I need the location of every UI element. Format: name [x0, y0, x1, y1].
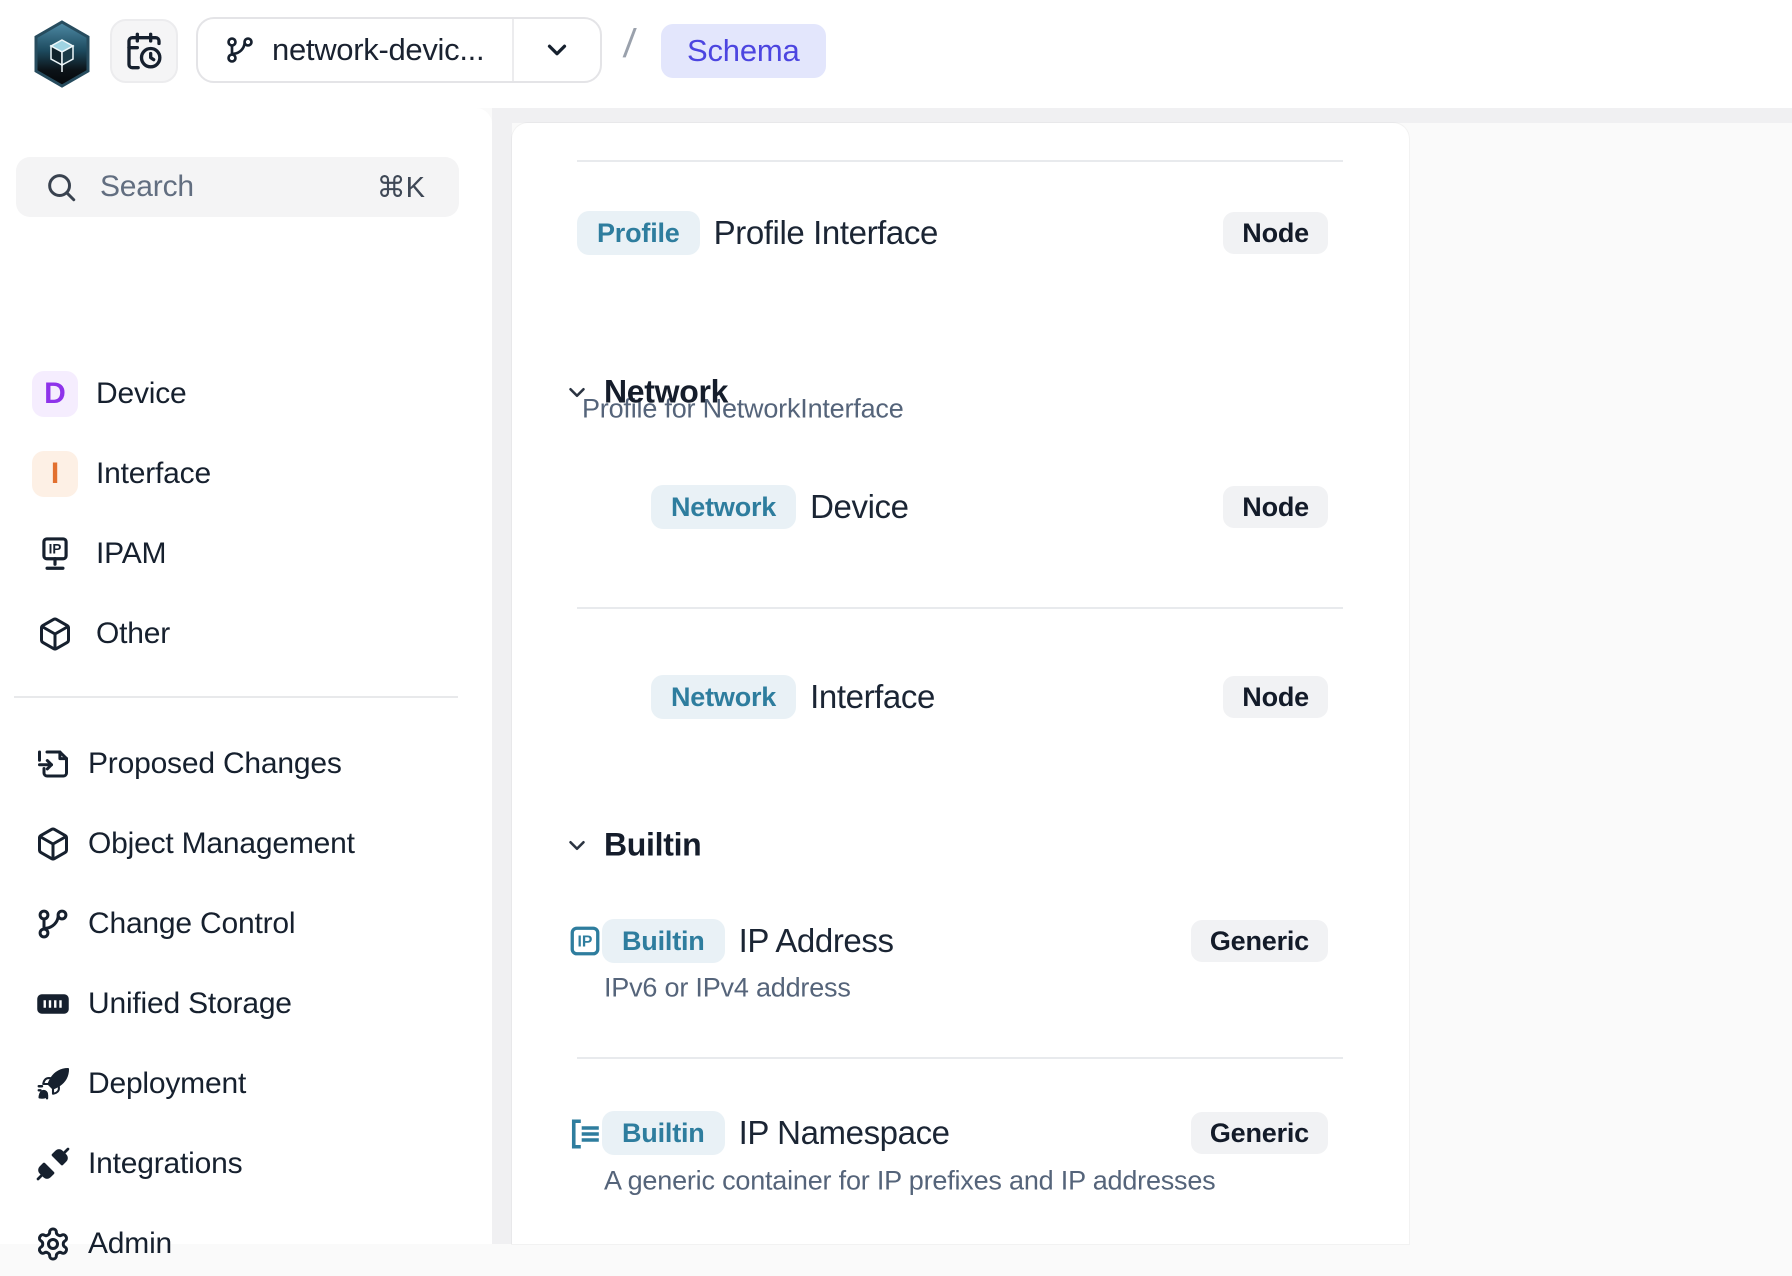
sidebar-item-change-control[interactable]: Change Control — [0, 892, 492, 956]
section-header-network[interactable]: Network — [564, 374, 728, 411]
type-badge: Node — [1223, 486, 1328, 528]
schema-row-interface[interactable]: Network Interface Node — [512, 667, 1409, 727]
row-divider — [577, 1057, 1343, 1059]
box-icon — [34, 826, 72, 862]
schema-row-description: A generic container for IP prefixes and … — [604, 1166, 1215, 1197]
sidebar-item-unified-storage[interactable]: Unified Storage — [0, 972, 492, 1036]
sidebar-item-ipam[interactable]: IP IPAM — [0, 522, 492, 586]
sidebar-item-deployment[interactable]: Deployment — [0, 1052, 492, 1116]
sidebar: Search ⌘K D Device I Interface IP IPAM — [0, 108, 492, 1244]
namespace-badge: Builtin — [602, 919, 725, 963]
branch-selector[interactable]: network-devic... — [196, 17, 602, 83]
storage-icon — [34, 986, 72, 1022]
namespace-badge: Profile — [577, 211, 700, 255]
row-divider — [577, 160, 1343, 162]
schema-row-ip-address[interactable]: Builtin IP Address Generic — [512, 911, 1409, 971]
rocket-icon — [34, 1066, 72, 1102]
branch-name: network-devic... — [272, 32, 484, 68]
git-branch-icon — [34, 906, 72, 942]
app-window: network-devic... / Schema Search — [0, 0, 1792, 1244]
search-input[interactable]: Search ⌘K — [16, 157, 459, 217]
right-empty-panel — [1409, 123, 1792, 1244]
gear-icon — [34, 1226, 72, 1262]
row-divider — [577, 607, 1343, 609]
schema-list-panel: Profile Profile Interface Node Profile f… — [512, 123, 1409, 1244]
sidebar-divider — [14, 696, 458, 698]
type-badge: Generic — [1191, 1112, 1328, 1154]
calendar-clock-icon — [124, 31, 164, 71]
branch-dropdown-toggle[interactable] — [512, 19, 600, 81]
schema-row-profile-interface[interactable]: Profile Profile Interface Node — [512, 203, 1409, 263]
chevron-down-icon — [564, 379, 590, 405]
breadcrumb-schema[interactable]: Schema — [661, 24, 826, 78]
plug-icon — [34, 1146, 72, 1182]
cube-icon — [32, 616, 78, 652]
schema-row-device[interactable]: Network Device Node — [512, 477, 1409, 537]
namespace-badge: Network — [651, 675, 796, 719]
sidebar-item-other[interactable]: Other — [0, 602, 492, 666]
sidebar-item-interface[interactable]: I Interface — [0, 442, 492, 506]
ipam-icon: IP — [32, 535, 78, 573]
search-placeholder: Search — [100, 170, 377, 204]
namespace-badge: Builtin — [602, 1111, 725, 1155]
svg-text:IP: IP — [49, 542, 62, 557]
search-shortcut: ⌘K — [377, 170, 425, 205]
section-header-builtin[interactable]: Builtin — [564, 827, 701, 864]
type-badge: Node — [1223, 676, 1328, 718]
interface-initial-icon: I — [32, 451, 78, 497]
schema-row-description: IPv6 or IPv4 address — [604, 973, 851, 1004]
search-icon — [44, 170, 78, 204]
page-background-gutter — [492, 108, 512, 1244]
git-branch-icon — [224, 34, 256, 66]
breadcrumb-separator: / — [622, 22, 638, 67]
proposed-changes-icon — [34, 746, 72, 782]
infrahub-logo-icon[interactable] — [32, 20, 92, 88]
page-background-strip — [512, 108, 1792, 123]
sidebar-item-object-management[interactable]: Object Management — [0, 812, 492, 876]
device-initial-icon: D — [32, 371, 78, 417]
namespace-badge: Network — [651, 485, 796, 529]
sidebar-item-admin[interactable]: Admin — [0, 1212, 492, 1276]
sidebar-item-integrations[interactable]: Integrations — [0, 1132, 492, 1196]
schema-row-ip-namespace[interactable]: Builtin IP Namespace Generic — [512, 1103, 1409, 1163]
time-travel-button[interactable] — [110, 19, 178, 83]
sidebar-item-proposed-changes[interactable]: Proposed Changes — [0, 732, 492, 796]
type-badge: Node — [1223, 212, 1328, 254]
chevron-down-icon — [564, 832, 590, 858]
sidebar-item-device[interactable]: D Device — [0, 362, 492, 426]
branch-selector-value[interactable]: network-devic... — [198, 19, 512, 81]
type-badge: Generic — [1191, 920, 1328, 962]
top-bar: network-devic... / Schema — [0, 0, 1792, 108]
chevron-down-icon — [542, 35, 572, 65]
